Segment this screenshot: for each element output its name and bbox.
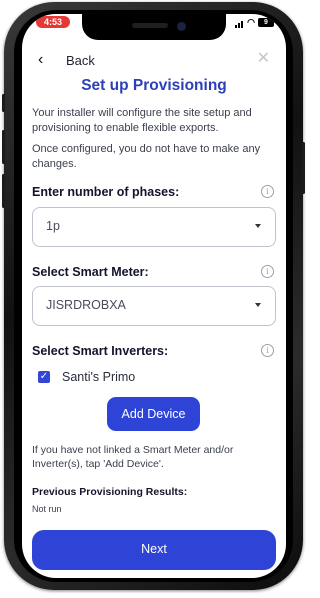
chevron-down-icon (255, 224, 261, 228)
smart-meter-select[interactable]: JISRDROBXA (32, 286, 276, 326)
intro-paragraph-1: Your installer will configure the site s… (32, 107, 252, 134)
phases-label: Enter number of phases: (32, 185, 180, 199)
phases-select-value: 1p (46, 219, 60, 233)
status-time: 4:53 (36, 16, 71, 28)
notch (82, 14, 226, 40)
power-button (302, 142, 305, 194)
inverters-label: Select Smart Inverters: (32, 344, 169, 358)
smart-meter-label: Select Smart Meter: (32, 265, 149, 279)
camera-icon (177, 22, 186, 31)
phases-select[interactable]: 1p (32, 207, 276, 247)
inverter-checkbox-label[interactable]: Santi's Primo (62, 370, 135, 384)
signal-icon (235, 18, 244, 28)
volume-down-button (2, 174, 5, 208)
inverter-checkbox[interactable]: ✓ (38, 371, 50, 383)
app-screen: 4:53 ◠ 9 ‹ Back ✕ Set up Provisioning Yo… (22, 14, 286, 578)
back-button[interactable]: Back (66, 53, 95, 68)
add-device-hint: If you have not linked a Smart Meter and… (32, 444, 234, 470)
smart-meter-select-value: JISRDROBXA (46, 298, 126, 312)
previous-results-value: Not run (32, 504, 62, 514)
volume-up-button (2, 130, 5, 164)
wifi-icon: ◠ (247, 17, 255, 27)
page-title: Set up Provisioning (81, 77, 227, 94)
battery-icon: 9 (258, 18, 274, 27)
mute-switch (2, 94, 5, 112)
speaker-grille (132, 23, 168, 28)
phases-info-icon[interactable]: i (261, 185, 274, 198)
chevron-down-icon (255, 303, 261, 307)
add-device-button[interactable]: Add Device (107, 397, 200, 431)
header: ‹ Back ✕ (22, 50, 286, 72)
back-arrow-icon[interactable]: ‹ (38, 51, 43, 69)
status-icons: ◠ 9 (235, 17, 274, 28)
intro-paragraph-2: Once configured, you do not have to make… (32, 143, 261, 170)
close-icon[interactable]: ✕ (257, 50, 270, 68)
inverters-info-icon[interactable]: i (261, 344, 274, 357)
next-button[interactable]: Next (32, 530, 276, 570)
previous-results-label: Previous Provisioning Results: (32, 486, 188, 498)
smart-meter-info-icon[interactable]: i (261, 265, 274, 278)
